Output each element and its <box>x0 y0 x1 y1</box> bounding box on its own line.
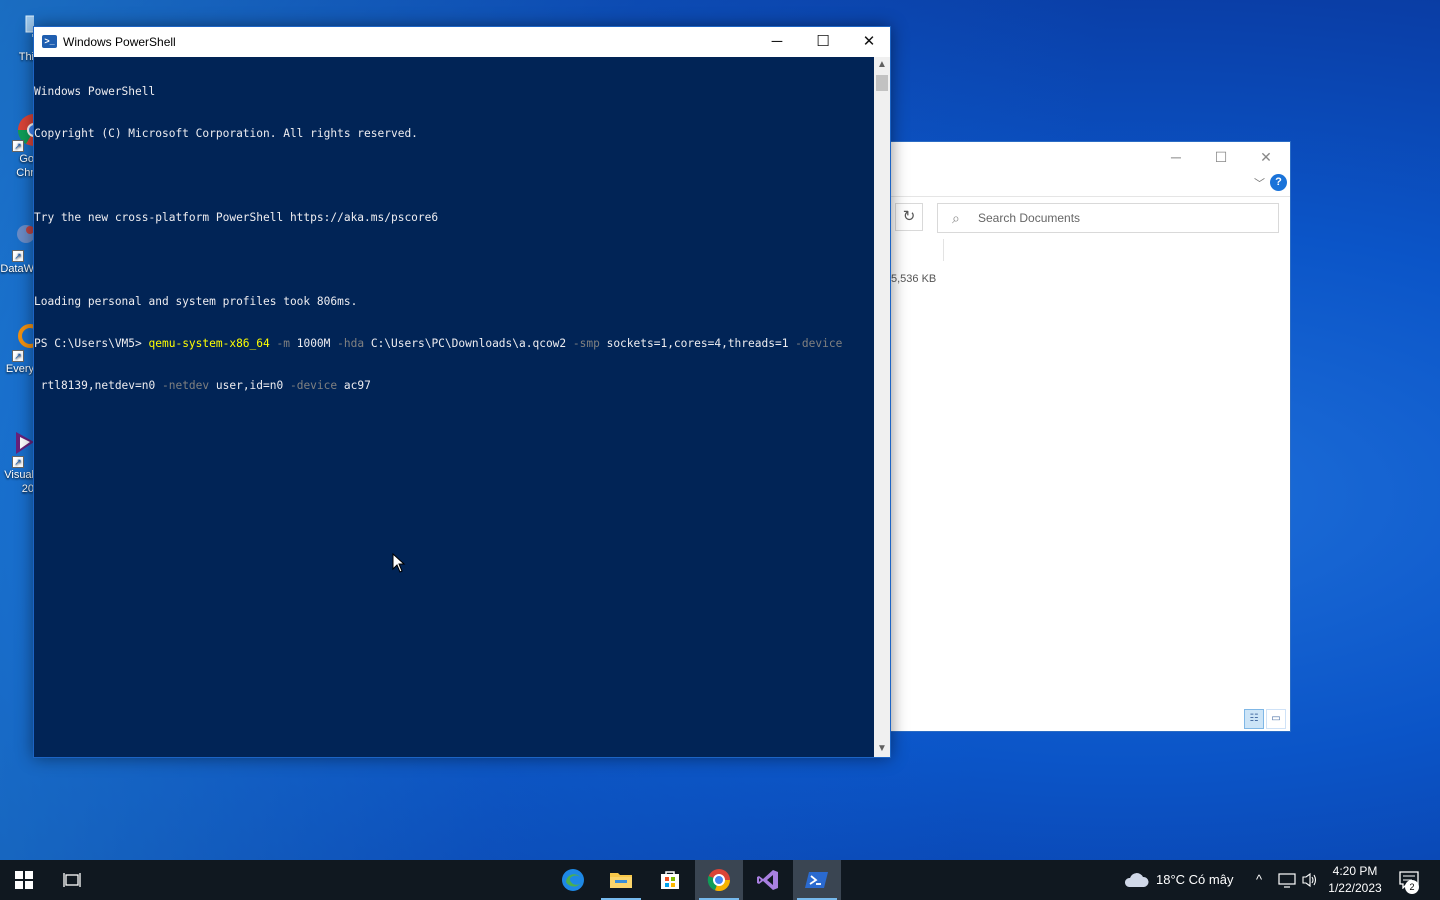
file-size-cell: 5,536 KB <box>891 273 937 285</box>
desktop-icon-this-pc[interactable]: Thi <box>0 10 34 64</box>
maximize-button[interactable]: ☐ <box>800 27 846 57</box>
mouse-cursor-icon <box>392 553 406 573</box>
powershell-titlebar[interactable]: >_ Windows PowerShell ─ ☐ ✕ <box>34 27 890 57</box>
argument: sockets=1,cores=4,threads=1 <box>606 337 789 350</box>
task-view-button[interactable] <box>48 860 96 900</box>
argument: user,id=n0 <box>215 379 284 392</box>
window-title: Windows PowerShell <box>63 35 176 49</box>
desktop-icon-visual-studio[interactable]: ↗ Visual 20 <box>0 428 34 496</box>
taskbar-file-explorer[interactable] <box>597 860 645 900</box>
chevron-up-icon[interactable]: ^ <box>1256 872 1262 888</box>
taskbar-chrome[interactable] <box>695 860 743 900</box>
argument: rtl8139,netdev=n0 <box>34 379 156 392</box>
datawarrior-icon: ↗ <box>0 222 34 262</box>
shortcut-arrow-icon: ↗ <box>12 350 24 362</box>
chevron-down-icon[interactable]: ﹀ <box>1254 175 1265 191</box>
powershell-window[interactable]: >_ Windows PowerShell ─ ☐ ✕ Windows Powe… <box>33 26 891 758</box>
scroll-thumb[interactable] <box>876 75 888 91</box>
file-explorer-window[interactable]: ─ ☐ ✕ ﹀ ? ↻ ⌕ Search Documents 5,536 KB … <box>891 141 1291 732</box>
folder-icon <box>610 873 632 888</box>
chrome-icon: ↗ <box>0 112 34 152</box>
explorer-minimize-button[interactable]: ─ <box>1160 146 1192 168</box>
taskbar-visual-studio[interactable] <box>744 860 792 900</box>
task-view-icon <box>63 873 81 887</box>
taskbar-store[interactable] <box>646 860 694 900</box>
console-line: Loading personal and system profiles too… <box>34 295 358 308</box>
clock[interactable]: 4:20 PM 1/22/2023 <box>1322 863 1388 897</box>
close-button[interactable]: ✕ <box>846 27 892 57</box>
view-toggle: ☷ ▭ <box>1244 709 1286 729</box>
taskbar-powershell[interactable] <box>793 860 841 900</box>
command-line-wrap: rtl8139,netdev=n0 -netdev user,id=n0 -de… <box>34 379 874 393</box>
windows-logo-icon <box>15 871 33 889</box>
prompt: PS C:\Users\VM5> <box>34 337 149 350</box>
desktop-icon-datawarrior[interactable]: ↗ DataW <box>0 222 34 276</box>
search-placeholder: Search Documents <box>978 211 1081 225</box>
console-line: Copyright (C) Microsoft Corporation. All… <box>34 127 418 140</box>
explorer-address-row: ↻ ⌕ Search Documents <box>891 197 1290 237</box>
visual-studio-icon <box>757 870 778 890</box>
chrome-icon <box>707 869 731 892</box>
minimize-button[interactable]: ─ <box>754 27 800 57</box>
shortcut-arrow-icon: ↗ <box>12 140 24 152</box>
network-icon[interactable] <box>1278 872 1296 888</box>
console-output[interactable]: Windows PowerShell Copyright (C) Microso… <box>34 57 874 757</box>
explorer-ribbon: ﹀ ? <box>891 172 1290 197</box>
param: -device <box>283 379 344 392</box>
console-line: Try the new cross-platform PowerShell ht… <box>34 211 439 224</box>
explorer-titlebar[interactable]: ─ ☐ ✕ <box>891 142 1290 172</box>
scroll-up-icon[interactable]: ▲ <box>874 57 890 73</box>
desktop-icon-google-chrome[interactable]: ↗ Go Chr <box>0 112 34 180</box>
help-button[interactable]: ? <box>1270 174 1287 191</box>
command-line: PS C:\Users\VM5> qemu-system-x86_64 -m 1… <box>34 337 874 351</box>
weather-text[interactable]: 18°C Có mây <box>1156 860 1233 900</box>
shortcut-arrow-icon: ↗ <box>12 456 24 468</box>
column-divider[interactable] <box>943 239 944 261</box>
search-input[interactable]: ⌕ Search Documents <box>937 203 1279 233</box>
argument: ac97 <box>343 379 371 392</box>
param: -smp <box>566 337 607 350</box>
clock-date: 1/22/2023 <box>1328 881 1382 895</box>
shortcut-arrow-icon: ↗ <box>12 250 24 262</box>
param: -netdev <box>155 379 216 392</box>
powershell-icon: >_ <box>42 35 57 48</box>
powershell-icon <box>805 872 828 888</box>
console-line: Windows PowerShell <box>34 85 156 98</box>
explorer-maximize-button[interactable]: ☐ <box>1205 146 1237 168</box>
desktop-icon-label: Thi <box>18 51 34 63</box>
visual-studio-icon: ↗ <box>0 428 34 468</box>
notification-badge: 2 <box>1405 880 1419 894</box>
desktop-icon-everything[interactable]: ↗ Every <box>0 322 34 376</box>
start-button[interactable] <box>0 860 48 900</box>
desktop-icon-label: Visual 20 <box>4 469 34 495</box>
desktop-icon-label: DataW <box>0 263 34 275</box>
explorer-close-button[interactable]: ✕ <box>1250 146 1282 168</box>
param: -device <box>788 337 843 350</box>
edge-icon <box>562 869 584 891</box>
argument: 1000M <box>296 337 331 350</box>
clock-time: 4:20 PM <box>1332 864 1378 878</box>
argument: C:\Users\PC\Downloads\a.qcow2 <box>370 337 567 350</box>
store-icon <box>661 871 679 889</box>
refresh-button[interactable]: ↻ <box>895 203 923 231</box>
details-view-button[interactable]: ☷ <box>1244 709 1264 729</box>
everything-icon: ↗ <box>0 322 34 362</box>
vertical-scrollbar[interactable]: ▲ ▼ <box>874 57 890 757</box>
volume-icon[interactable] <box>1302 872 1318 888</box>
cloud-icon <box>1124 873 1149 887</box>
taskbar-edge[interactable] <box>549 860 597 900</box>
taskbar: 18°C Có mây ^ 4:20 PM 1/22/2023 <box>0 860 1440 900</box>
computer-icon <box>0 10 34 50</box>
param: -m <box>269 337 297 350</box>
desktop-icon-label: Every <box>5 363 34 375</box>
command-name: qemu-system-x86_64 <box>148 337 270 350</box>
param: -hda <box>330 337 371 350</box>
search-icon: ⌕ <box>952 210 960 226</box>
large-icons-view-button[interactable]: ▭ <box>1266 709 1286 729</box>
scroll-down-icon[interactable]: ▼ <box>874 741 890 757</box>
desktop-icon-label: Go Chr <box>16 153 34 179</box>
